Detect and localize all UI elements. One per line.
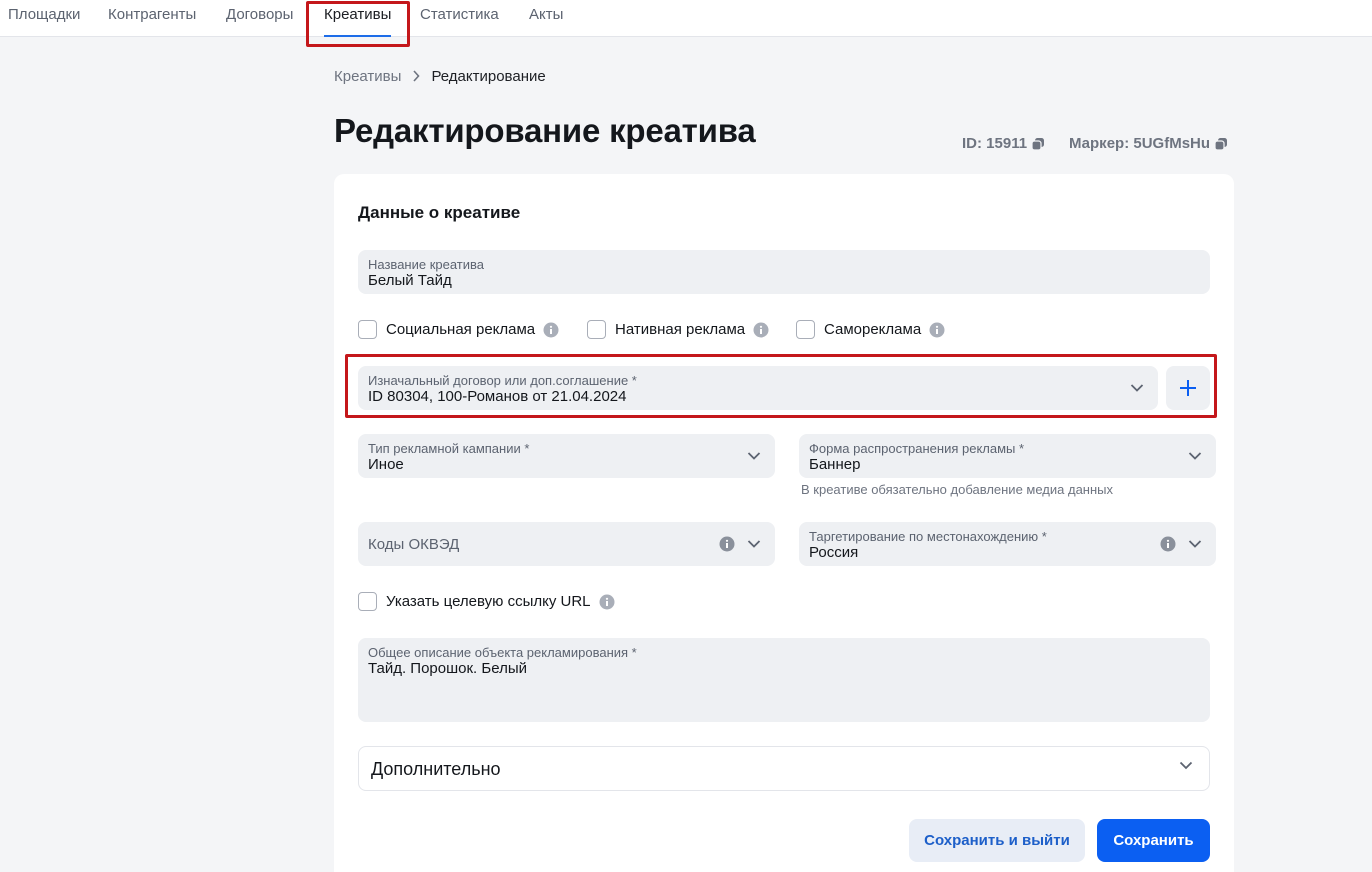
checkbox-label: Указать целевую ссылку URL xyxy=(386,593,591,610)
checkbox-label: Нативная реклама xyxy=(615,321,746,338)
chevron-down-icon[interactable] xyxy=(747,540,761,549)
breadcrumb-creatives-link[interactable]: Креативы xyxy=(334,68,401,85)
field-label: Изначальный договор или доп.соглашение * xyxy=(368,373,637,388)
field-value: ID 80304, 100-Романов от 21.04.2024 xyxy=(368,388,627,405)
additional-accordion[interactable]: Дополнительно xyxy=(358,746,1210,791)
breadcrumb: Креативы Редактирование xyxy=(334,66,546,86)
checkbox-label: Самореклама xyxy=(824,321,922,338)
creative-name-field[interactable]: Название креатива Белый Тайд xyxy=(358,250,1210,294)
tab-contracts[interactable]: Договоры xyxy=(226,0,293,37)
save-button[interactable]: Сохранить xyxy=(1097,819,1210,862)
checkbox[interactable] xyxy=(796,320,815,339)
field-value: Россия xyxy=(809,544,859,561)
checkbox[interactable] xyxy=(358,592,377,611)
page-title: Редактирование креатива xyxy=(334,112,756,149)
info-icon[interactable] xyxy=(719,536,735,552)
chevron-down-icon[interactable] xyxy=(1188,540,1202,549)
copy-icon[interactable] xyxy=(1031,137,1045,151)
tab-acts[interactable]: Акты xyxy=(529,0,563,37)
checkbox[interactable] xyxy=(358,320,377,339)
checkbox-social-ad[interactable]: Социальная реклама xyxy=(358,320,559,339)
field-label: Таргетирование по местонахождению * xyxy=(809,529,1047,544)
info-icon[interactable] xyxy=(599,594,615,610)
description-textarea[interactable]: Общее описание объекта рекламирования * … xyxy=(358,638,1210,722)
creative-marker-text: Маркер: 5UGfMsHu xyxy=(1069,135,1211,152)
info-icon[interactable] xyxy=(543,322,559,338)
checkbox[interactable] xyxy=(587,320,606,339)
info-icon[interactable] xyxy=(1160,536,1176,552)
chevron-down-icon[interactable] xyxy=(1188,452,1202,461)
geo-targeting-select[interactable]: Таргетирование по местонахождению * Росс… xyxy=(799,522,1216,566)
checkbox-self-promo[interactable]: Самореклама xyxy=(796,320,945,339)
field-placeholder: Коды ОКВЭД xyxy=(368,536,460,553)
field-value: Баннер xyxy=(809,456,861,473)
creative-marker: Маркер: 5UGfMsHu xyxy=(1069,135,1228,152)
distribution-hint: В креативе обязательно добавление медиа … xyxy=(801,482,1113,497)
save-and-exit-button[interactable]: Сохранить и выйти xyxy=(909,819,1085,862)
chevron-down-icon[interactable] xyxy=(1130,384,1144,393)
okved-codes-select[interactable]: Коды ОКВЭД xyxy=(358,522,775,566)
field-value: Тайд. Порошок. Белый xyxy=(368,660,527,677)
checkbox-native-ad[interactable]: Нативная реклама xyxy=(587,320,769,339)
field-label: Форма распространения рекламы * xyxy=(809,441,1025,456)
field-value: Иное xyxy=(368,456,404,473)
tab-platforms[interactable]: Площадки xyxy=(8,0,80,37)
breadcrumb-current: Редактирование xyxy=(431,67,546,85)
tab-counterparties[interactable]: Контрагенты xyxy=(108,0,196,37)
tab-statistics[interactable]: Статистика xyxy=(420,0,499,37)
contract-select[interactable]: Изначальный договор или доп.соглашение *… xyxy=(358,366,1158,410)
tab-creatives[interactable]: Креативы xyxy=(324,0,392,37)
chevron-down-icon[interactable] xyxy=(747,452,761,461)
section-title: Данные о креативе xyxy=(358,203,521,222)
chevron-right-icon xyxy=(412,70,421,82)
field-label: Тип рекламной кампании * xyxy=(368,441,530,456)
checkbox-label: Социальная реклама xyxy=(386,321,536,338)
plus-icon xyxy=(1179,379,1197,397)
top-navigation: Площадки Контрагенты Договоры Креативы С… xyxy=(0,0,1372,37)
info-icon[interactable] xyxy=(753,322,769,338)
creative-id: ID: 15911 xyxy=(962,135,1045,152)
field-label: Общее описание объекта рекламирования * xyxy=(368,645,637,660)
info-icon[interactable] xyxy=(929,322,945,338)
copy-icon[interactable] xyxy=(1214,137,1228,151)
field-value: Белый Тайд xyxy=(368,272,452,289)
checkbox-target-url[interactable]: Указать целевую ссылку URL xyxy=(358,592,615,611)
distribution-form-select[interactable]: Форма распространения рекламы * Баннер xyxy=(799,434,1216,478)
chevron-down-icon[interactable] xyxy=(1179,761,1193,770)
accordion-label: Дополнительно xyxy=(371,759,501,779)
field-label: Название креатива xyxy=(368,257,485,272)
add-contract-button[interactable] xyxy=(1166,366,1210,410)
campaign-type-select[interactable]: Тип рекламной кампании * Иное xyxy=(358,434,775,478)
creative-id-text: ID: 15911 xyxy=(962,135,1028,152)
